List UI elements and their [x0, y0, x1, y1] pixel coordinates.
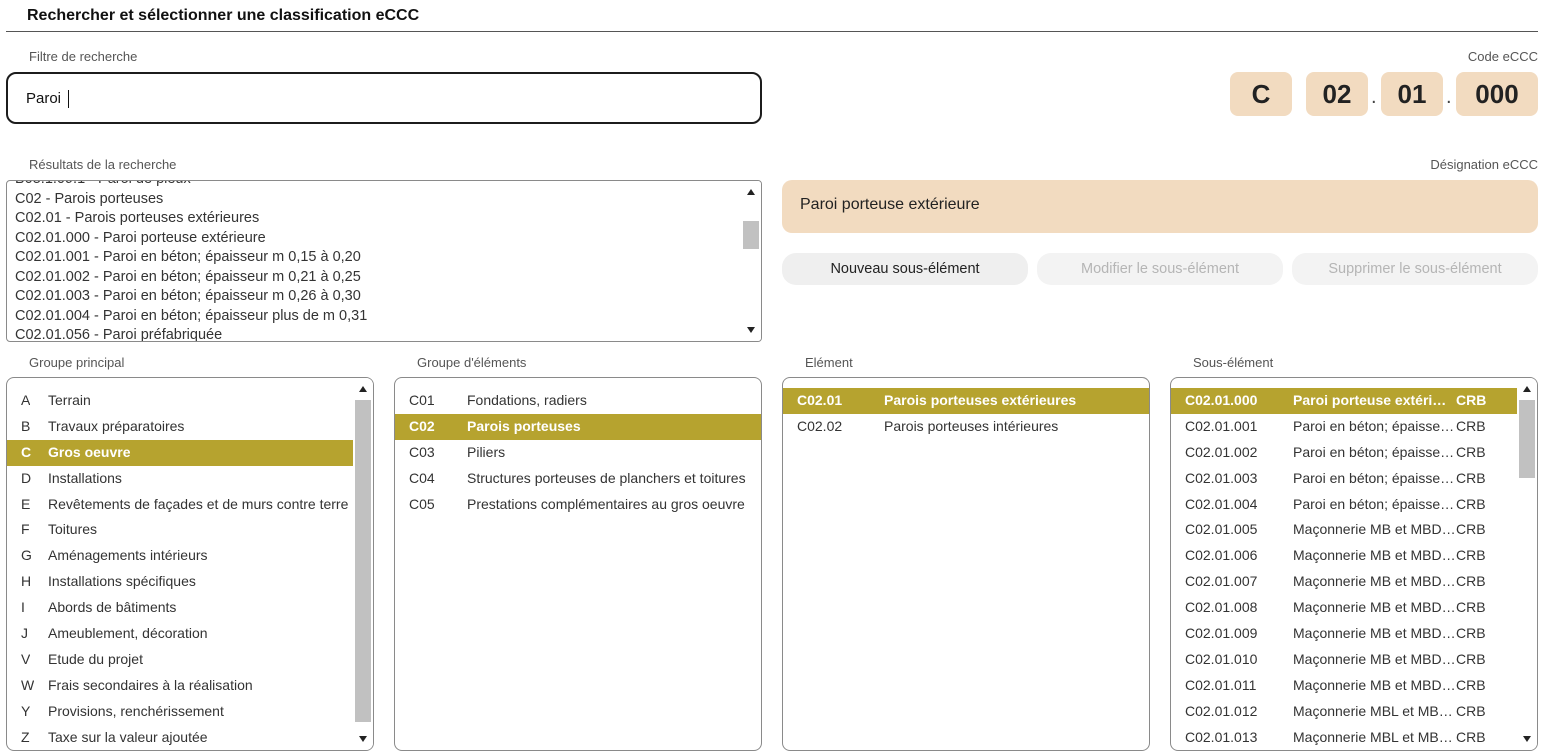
- main-group-list[interactable]: A Terrain B Travaux préparatoires C Gros oe…: [6, 377, 374, 751]
- sub-element-item[interactable]: C02.01.013 Maçonnerie MBL et MBL… CRB: [1171, 725, 1517, 750]
- main-group-item-i[interactable]: I Abords de bâtiments: [7, 595, 353, 621]
- element-group-list[interactable]: C01 Fondations, radiers C02 Parois porteus…: [394, 377, 762, 751]
- element-group-item[interactable]: C01 Fondations, radiers: [395, 388, 761, 414]
- main-group-item-b[interactable]: B Travaux préparatoires: [7, 414, 353, 440]
- sub-element-item[interactable]: C02.01.009 Maçonnerie MB et MBD; … CRB: [1171, 621, 1517, 647]
- page-title: Rechercher et sélectionner une classific…: [27, 7, 420, 24]
- sub-element-label: Sous-élément: [1193, 355, 1274, 370]
- designation-value: Paroi porteuse extérieure: [782, 180, 1538, 233]
- sub-element-item[interactable]: C02.01.010 Maçonnerie MB et MBD; … CRB: [1171, 647, 1517, 673]
- main-group-item-h[interactable]: H Installations spécifiques: [7, 569, 353, 595]
- delete-sub-element-button[interactable]: Supprimer le sous-élément: [1292, 253, 1538, 285]
- sub-element-item[interactable]: C02.01.007 Maçonnerie MB et MBD; … CRB: [1171, 569, 1517, 595]
- code-separator: .: [1371, 86, 1377, 108]
- sub-element-item[interactable]: C02.01.002 Paroi en béton; épaisseu… CRB: [1171, 440, 1517, 466]
- result-item[interactable]: C02.01.003 - Paroi en béton; épaisseur m…: [15, 287, 367, 307]
- element-list[interactable]: C02.01 Parois porteuses extérieures C02.0…: [782, 377, 1150, 751]
- scroll-down-icon[interactable]: [359, 736, 367, 742]
- code-part-element-group[interactable]: 02: [1306, 72, 1368, 116]
- main-group-scrollbar[interactable]: [353, 378, 373, 750]
- sub-element-scrollbar[interactable]: [1517, 378, 1537, 750]
- sub-element-item[interactable]: C02.01.003 Paroi en béton; épaisseu… CRB: [1171, 466, 1517, 492]
- text-caret: [68, 90, 69, 108]
- scroll-up-icon[interactable]: [359, 386, 367, 392]
- element-group-item[interactable]: C02 Parois porteuses: [395, 413, 761, 440]
- search-input[interactable]: [24, 87, 724, 109]
- sub-element-item[interactable]: C02.01.008 Maçonnerie MB et MBD; … CRB: [1171, 595, 1517, 621]
- scroll-up-icon[interactable]: [747, 189, 755, 195]
- results-label: Résultats de la recherche: [29, 157, 177, 172]
- code-part-sub-element[interactable]: 000: [1456, 72, 1538, 116]
- code-label: Code eCCC: [1467, 49, 1538, 64]
- result-item[interactable]: C02.01.001 - Paroi en béton; épaisseur m…: [15, 248, 367, 268]
- result-item[interactable]: C02 - Parois porteuses: [15, 190, 367, 210]
- sub-element-item[interactable]: C02.01.012 Maçonnerie MBL et MBL… CRB: [1171, 699, 1517, 725]
- element-item[interactable]: C02.02 Parois porteuses intérieures: [783, 414, 1149, 440]
- main-group-label: Groupe principal: [29, 355, 125, 370]
- sub-element-item[interactable]: C02.01.011 Maçonnerie MB et MBD; … CRB: [1171, 673, 1517, 699]
- element-item[interactable]: C02.01 Parois porteuses extérieures: [783, 388, 1149, 414]
- scroll-thumb[interactable]: [355, 400, 371, 722]
- result-item[interactable]: C02.01.056 - Paroi préfabriquée: [15, 326, 367, 341]
- main-group-item-j[interactable]: J Ameublement, décoration: [7, 621, 353, 647]
- element-group-item[interactable]: C05 Prestations complémentaires au gros o…: [395, 492, 761, 518]
- search-results-list[interactable]: B05.1.09.1 - Paroi de pieux C02 - Parois…: [6, 180, 762, 342]
- main-group-item-w[interactable]: W Frais secondaires à la réalisation: [7, 673, 353, 699]
- result-item[interactable]: C02.01.002 - Paroi en béton; épaisseur m…: [15, 268, 367, 288]
- element-group-item[interactable]: C04 Structures porteuses de planchers et …: [395, 466, 761, 492]
- sub-element-item[interactable]: C02.01.004 Paroi en béton; épaisseu… CRB: [1171, 492, 1517, 518]
- element-label: Elément: [805, 355, 853, 370]
- element-group-item[interactable]: C03 Piliers: [395, 440, 761, 466]
- search-field[interactable]: [6, 72, 762, 124]
- code-separator: .: [1446, 86, 1452, 108]
- scroll-thumb[interactable]: [1519, 400, 1535, 478]
- main-group-item-f[interactable]: F Toitures: [7, 517, 353, 543]
- main-group-item-g[interactable]: G Aménagements intérieurs: [7, 543, 353, 569]
- sub-element-item[interactable]: C02.01.005 Maçonnerie MB et MBD; … CRB: [1171, 517, 1517, 543]
- main-group-item-z[interactable]: Z Taxe sur la valeur ajoutée: [7, 725, 353, 750]
- main-group-item-y[interactable]: Y Provisions, renchérissement: [7, 699, 353, 725]
- code-part-group[interactable]: C: [1230, 72, 1292, 116]
- main-group-item-e[interactable]: E Revêtements de façades et de murs contr…: [7, 492, 353, 518]
- new-sub-element-button[interactable]: Nouveau sous-élément: [782, 253, 1028, 285]
- scroll-down-icon[interactable]: [1523, 736, 1531, 742]
- main-group-item-a[interactable]: A Terrain: [7, 388, 353, 414]
- scroll-down-icon[interactable]: [747, 327, 755, 333]
- sub-element-item[interactable]: C02.01.006 Maçonnerie MB et MBD; … CRB: [1171, 543, 1517, 569]
- result-item[interactable]: C02.01.004 - Paroi en béton; épaisseur p…: [15, 307, 367, 327]
- main-group-item-v[interactable]: V Etude du projet: [7, 647, 353, 673]
- result-item[interactable]: C02.01.000 - Paroi porteuse extérieure: [15, 229, 367, 249]
- result-item[interactable]: C02.01 - Parois porteuses extérieures: [15, 209, 367, 229]
- sub-element-item[interactable]: C02.01.001 Paroi en béton; épaisseu… CRB: [1171, 414, 1517, 440]
- title-divider: [6, 31, 1538, 32]
- sub-element-list[interactable]: C02.01.000 Paroi porteuse extérieure CRB C…: [1170, 377, 1538, 751]
- main-group-item-c[interactable]: C Gros oeuvre: [7, 439, 353, 466]
- code-part-element[interactable]: 01: [1381, 72, 1443, 116]
- results-scrollbar[interactable]: [741, 181, 761, 341]
- edit-sub-element-button[interactable]: Modifier le sous-élément: [1037, 253, 1283, 285]
- sub-element-item[interactable]: C02.01.000 Paroi porteuse extérieure CRB: [1171, 388, 1517, 414]
- scroll-up-icon[interactable]: [1523, 386, 1531, 392]
- designation-label: Désignation eCCC: [1430, 157, 1538, 172]
- result-item[interactable]: B05.1.09.1 - Paroi de pieux: [15, 181, 367, 190]
- element-group-label: Groupe d'éléments: [417, 355, 527, 370]
- scroll-thumb[interactable]: [743, 221, 759, 249]
- search-label: Filtre de recherche: [29, 49, 138, 64]
- main-group-item-d[interactable]: D Installations: [7, 466, 353, 492]
